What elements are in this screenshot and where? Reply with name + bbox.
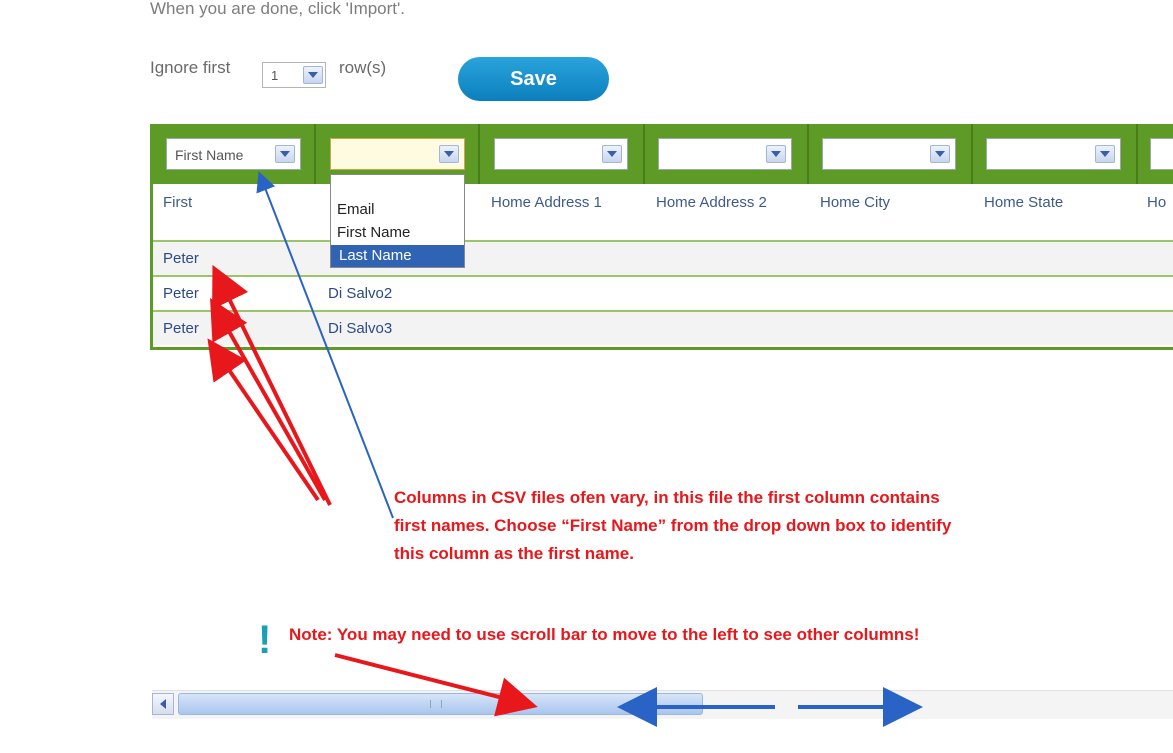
grip-icon [430, 700, 442, 708]
column-2-dropdown-list[interactable]: Email First Name Last Name [330, 174, 465, 268]
annotation-line: this column as the first name. [394, 544, 634, 563]
instructions-text: When you are done, click 'Import'. [150, 2, 405, 18]
grid-border [150, 124, 1173, 350]
annotation-line: first names. Choose “First Name” from th… [394, 516, 952, 535]
horizontal-scrollbar[interactable] [152, 690, 1173, 719]
ignore-rows-value: 1 [271, 68, 279, 83]
chevron-down-icon[interactable] [303, 66, 323, 84]
ignore-first-label: Ignore first [150, 58, 231, 77]
annotation-text: Columns in CSV files ofen vary, in this … [394, 484, 1164, 568]
exclamation-icon: ! [258, 618, 272, 662]
scrollbar-thumb[interactable] [178, 693, 703, 715]
annotation-line: Columns in CSV files ofen vary, in this … [394, 488, 940, 507]
arrow-left-icon [160, 699, 166, 709]
mapping-grid: First Name First Home Address 1 Home Add… [150, 124, 1173, 350]
dropdown-option-first-name[interactable]: First Name [337, 224, 410, 241]
scroll-note-text: Note: You may need to use scroll bar to … [289, 625, 920, 644]
dropdown-option-last-name[interactable]: Last Name [331, 245, 464, 267]
scroll-left-button[interactable] [152, 693, 174, 715]
rows-label: row(s) [339, 58, 387, 77]
dropdown-option-email[interactable]: Email [337, 201, 375, 218]
red-arrow [207, 338, 320, 502]
save-button[interactable]: Save [458, 57, 609, 101]
ignore-rows-select[interactable]: 1 [262, 62, 326, 88]
